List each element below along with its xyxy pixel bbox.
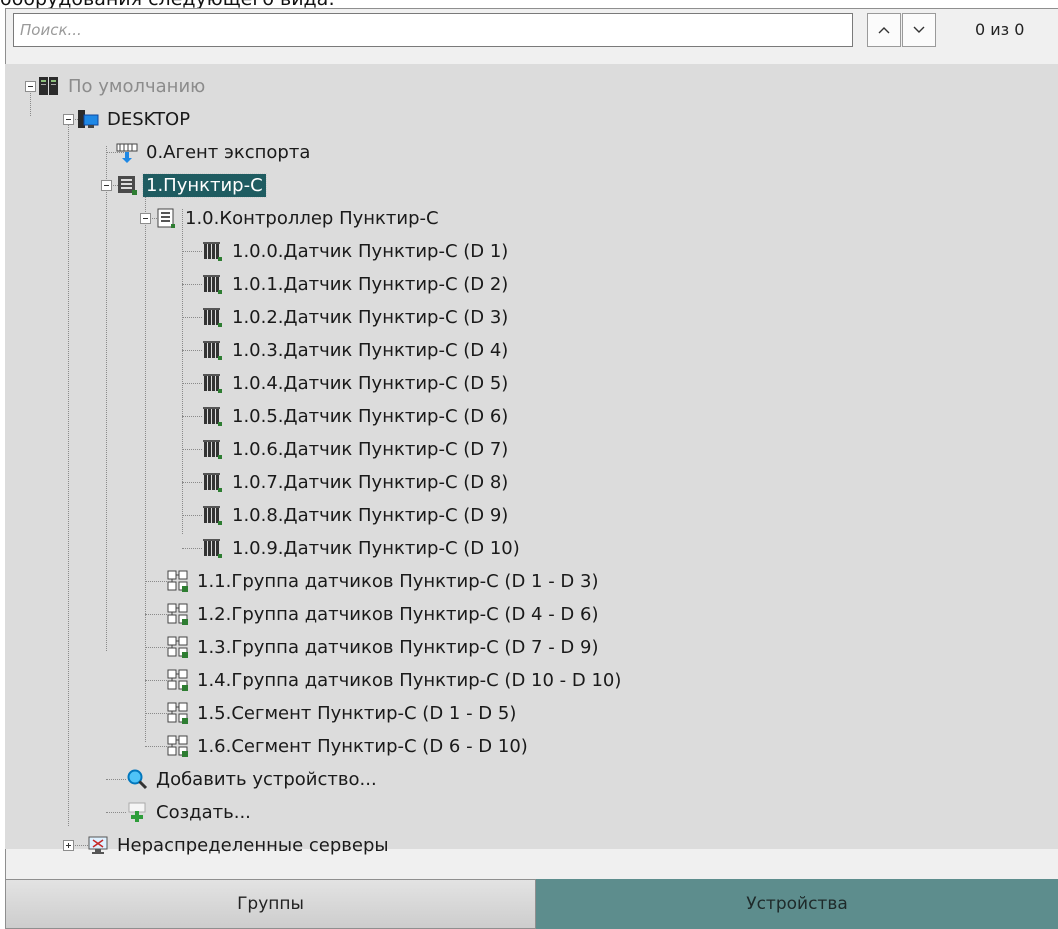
tree-node-sensor-group[interactable]: 1.2.Группа датчиков Пунктир-С (D 4 - D 6… — [167, 599, 601, 629]
tree-node-label: 1.0.1.Датчик Пунктир-С (D 2) — [232, 273, 509, 295]
tree-node-label: 1.1.Группа датчиков Пунктир-С (D 1 - D 3… — [197, 570, 599, 592]
search-input[interactable]: Поиск... — [13, 13, 853, 47]
tree-node-label: 1.0.Контроллер Пунктир-С — [185, 207, 439, 229]
expand-toggle-root[interactable] — [25, 81, 36, 92]
tree-node-sensor[interactable]: 1.0.1.Датчик Пунктир-С (D 2) — [202, 269, 511, 299]
search-result-counter: 0 из 0 — [975, 20, 1025, 39]
tree-node-sensor[interactable]: 1.0.9.Датчик Пунктир-С (D 10) — [202, 533, 523, 563]
server-computer-icon — [77, 108, 99, 130]
tree-node-sensor[interactable]: 1.0.4.Датчик Пунктир-С (D 5) — [202, 368, 511, 398]
sensor-icon — [202, 504, 224, 526]
tree-node-label: 1.6.Сегмент Пунктир-С (D 6 - D 10) — [197, 735, 528, 757]
tree-node-label: 1.0.3.Датчик Пунктир-С (D 4) — [232, 339, 509, 361]
tree-node-label: DESKTOP — [107, 108, 191, 130]
sensor-group-icon — [167, 669, 189, 691]
tree-node-device[interactable]: 1.Пунктир-С — [116, 170, 267, 200]
tab-groups[interactable]: Группы — [5, 879, 536, 929]
page-caption: оборудования следующего вида: — [0, 0, 335, 10]
sensor-icon — [202, 306, 224, 328]
tree-node-sensor-group[interactable]: 1.1.Группа датчиков Пунктир-С (D 1 - D 3… — [167, 566, 601, 596]
sensor-icon — [202, 273, 224, 295]
tree-node-segment[interactable]: 1.5.Сегмент Пунктир-С (D 1 - D 5) — [167, 698, 519, 728]
sensor-icon — [202, 405, 224, 427]
tree-node-label: 1.2.Группа датчиков Пунктир-С (D 4 - D 6… — [197, 603, 599, 625]
tree-node-label: 1.5.Сегмент Пунктир-С (D 1 - D 5) — [197, 702, 517, 724]
tree-node-label: По умолчанию — [68, 75, 206, 97]
chevron-up-icon — [878, 27, 890, 34]
sensor-icon — [202, 339, 224, 361]
add-device-action[interactable]: Добавить устройство... — [126, 764, 380, 794]
controller-icon — [155, 207, 177, 229]
expand-toggle-unassigned[interactable] — [63, 840, 74, 851]
tree-node-label: 1.0.9.Датчик Пунктир-С (D 10) — [232, 537, 520, 559]
tree-node-label: 1.0.0.Датчик Пунктир-С (D 1) — [232, 240, 509, 262]
search-next-button[interactable] — [902, 13, 936, 47]
search-icon — [126, 768, 148, 790]
tree-node-server[interactable]: DESKTOP — [77, 104, 193, 134]
sensor-group-icon — [167, 735, 189, 757]
tree-node-root[interactable]: По умолчанию — [38, 71, 208, 101]
bottom-tab-bar: Группы Устройства — [5, 879, 1058, 929]
sensor-group-icon — [167, 702, 189, 724]
tree-node-label: 1.0.2.Датчик Пунктир-С (D 3) — [232, 306, 509, 328]
tree-node-label: 1.3.Группа датчиков Пунктир-С (D 7 - D 9… — [197, 636, 599, 658]
expand-toggle-controller[interactable] — [140, 213, 151, 224]
tree-node-controller[interactable]: 1.0.Контроллер Пунктир-С — [155, 203, 442, 233]
tree-node-label: 1.0.5.Датчик Пунктир-С (D 6) — [232, 405, 509, 427]
tree-node-sensor[interactable]: 1.0.8.Датчик Пунктир-С (D 9) — [202, 500, 511, 530]
create-action[interactable]: Создать... — [126, 797, 254, 827]
tree-node-label: 1.0.7.Датчик Пунктир-С (D 8) — [232, 471, 509, 493]
add-icon — [126, 801, 148, 823]
unassigned-server-icon — [87, 834, 109, 856]
tree-node-sensor[interactable]: 1.0.0.Датчик Пунктир-С (D 1) — [202, 236, 511, 266]
tree-node-label: 0.Агент экспорта — [146, 141, 311, 163]
tree-node-label: 1.Пунктир-С — [142, 172, 267, 198]
expand-toggle-server[interactable] — [63, 114, 74, 125]
tree-node-sensor[interactable]: 1.0.3.Датчик Пунктир-С (D 4) — [202, 335, 511, 365]
sensor-group-icon — [167, 603, 189, 625]
tab-devices[interactable]: Устройства — [536, 879, 1058, 929]
server-group-icon — [38, 75, 60, 97]
tree-node-label: Нераспределенные серверы — [117, 834, 389, 856]
tree-node-label: 1.4.Группа датчиков Пунктир-С (D 10 - D … — [197, 669, 622, 691]
tree-node-label: 1.0.6.Датчик Пунктир-С (D 7) — [232, 438, 509, 460]
sensor-icon — [202, 471, 224, 493]
tree-node-label: 1.0.8.Датчик Пунктир-С (D 9) — [232, 504, 509, 526]
tree-node-label: 1.0.4.Датчик Пунктир-С (D 5) — [232, 372, 509, 394]
device-icon — [116, 174, 138, 196]
sensor-group-icon — [167, 636, 189, 658]
expand-toggle-device[interactable] — [101, 180, 112, 191]
tree-node-label: Создать... — [156, 801, 251, 823]
export-agent-icon — [116, 141, 138, 163]
tree-node-label: Добавить устройство... — [156, 768, 377, 790]
tree-node-sensor[interactable]: 1.0.7.Датчик Пунктир-С (D 8) — [202, 467, 511, 497]
tree-node-sensor-group[interactable]: 1.4.Группа датчиков Пунктир-С (D 10 - D … — [167, 665, 624, 695]
sensor-icon — [202, 537, 224, 559]
device-tree: По умолчанию DESKTOP 0.Агент экспорта 1.… — [5, 64, 1058, 856]
tree-node-sensor[interactable]: 1.0.6.Датчик Пунктир-С (D 7) — [202, 434, 511, 464]
tree-node-export-agent[interactable]: 0.Агент экспорта — [116, 137, 313, 167]
chevron-down-icon — [913, 26, 925, 33]
tree-node-unassigned-servers[interactable]: Нераспределенные серверы — [87, 830, 392, 860]
sensor-group-icon — [167, 570, 189, 592]
tree-node-sensor-group[interactable]: 1.3.Группа датчиков Пунктир-С (D 7 - D 9… — [167, 632, 601, 662]
tree-node-segment[interactable]: 1.6.Сегмент Пунктир-С (D 6 - D 10) — [167, 731, 531, 761]
sensor-icon — [202, 438, 224, 460]
sensor-icon — [202, 372, 224, 394]
sensor-icon — [202, 240, 224, 262]
search-prev-button[interactable] — [867, 13, 901, 47]
tree-node-sensor[interactable]: 1.0.2.Датчик Пунктир-С (D 3) — [202, 302, 511, 332]
tree-node-sensor[interactable]: 1.0.5.Датчик Пунктир-С (D 6) — [202, 401, 511, 431]
